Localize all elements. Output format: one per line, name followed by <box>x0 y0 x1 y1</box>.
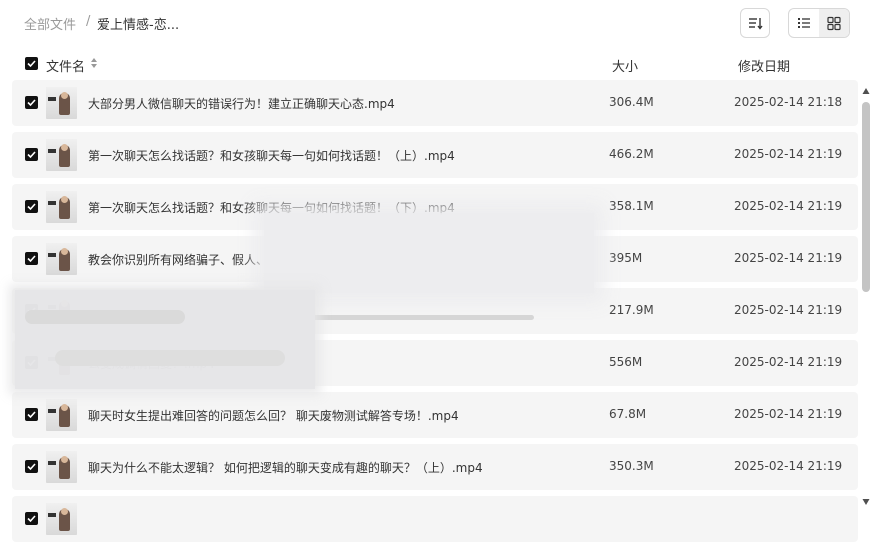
file-row[interactable]: 第一次聊天怎么找话题？和女孩聊天每一句如何找话题！（上）.mp4 466.2M 20… <box>12 132 858 178</box>
checkmark-icon <box>27 151 36 159</box>
row-checkbox[interactable] <box>25 200 38 213</box>
file-name[interactable]: 教会你识别所有网络骗子、假人、 <box>88 251 268 268</box>
sort-toggle-icon[interactable] <box>90 57 98 69</box>
file-row[interactable]: 聊天为什么不能太逻辑？ 如何把逻辑的聊天变成有趣的聊天？（上）.mp4 350.3… <box>12 444 858 490</box>
file-size: 395M <box>609 251 643 265</box>
scroll-down-arrow-icon[interactable] <box>862 498 870 506</box>
list-view-icon <box>798 18 810 28</box>
row-checkbox[interactable] <box>25 148 38 161</box>
scrollbar-thumb[interactable] <box>862 102 870 292</box>
breadcrumb-separator: / <box>86 14 91 29</box>
row-checkbox[interactable] <box>25 96 38 109</box>
file-size: 217.9M <box>609 303 654 317</box>
file-name[interactable]: 聊天时女生提出难回答的问题怎么回？ 聊天废物测试解答专场！.mp4 <box>88 407 459 424</box>
checkmark-icon <box>27 255 36 263</box>
checkmark-icon <box>27 99 36 107</box>
file-modified-date: 2025-02-14 21:19 <box>734 355 843 369</box>
file-size: 358.1M <box>609 199 654 213</box>
video-thumbnail[interactable] <box>46 451 77 483</box>
file-modified-date: 2025-02-14 21:18 <box>734 95 843 109</box>
file-modified-date: 2025-02-14 21:19 <box>734 251 843 265</box>
row-checkbox[interactable] <box>25 460 38 473</box>
video-thumbnail[interactable] <box>46 399 77 431</box>
checkmark-icon <box>27 203 36 211</box>
file-row[interactable]: 聊天时女生提出难回答的问题怎么回？ 聊天废物测试解答专场！.mp4 67.8M 20… <box>12 392 858 438</box>
file-size: 306.4M <box>609 95 654 109</box>
row-checkbox[interactable] <box>25 408 38 421</box>
file-name[interactable]: 第一次聊天怎么找话题？和女孩聊天每一句如何找话题！（上）.mp4 <box>88 147 455 164</box>
video-thumbnail[interactable] <box>46 139 77 171</box>
file-modified-date: 2025-02-14 21:19 <box>734 199 843 213</box>
video-thumbnail[interactable] <box>46 503 77 535</box>
column-header-date: 修改日期 <box>738 60 791 75</box>
file-size: 556M <box>609 355 643 369</box>
file-row[interactable]: 大部分男人微信聊天的错误行为！建立正确聊天心态.mp4 306.4M 2025-02… <box>12 80 858 126</box>
file-row[interactable] <box>12 496 858 542</box>
view-toggle <box>788 8 850 38</box>
breadcrumb-current: 爱上情感-恋... <box>97 18 180 33</box>
checkmark-icon <box>27 463 36 471</box>
file-modified-date: 2025-02-14 21:19 <box>734 459 843 473</box>
column-header-name[interactable]: 文件名 <box>46 56 85 75</box>
file-size: 466.2M <box>609 147 654 161</box>
breadcrumb-root-link[interactable]: 全部文件 <box>24 14 76 33</box>
checkmark-icon <box>27 515 36 523</box>
video-thumbnail[interactable] <box>46 243 77 275</box>
file-size: 67.8M <box>609 407 647 421</box>
checkmark-icon <box>27 411 36 419</box>
file-name[interactable]: 聊天为什么不能太逻辑？ 如何把逻辑的聊天变成有趣的聊天？（上）.mp4 <box>88 459 483 476</box>
list-view-button[interactable] <box>789 9 819 37</box>
video-thumbnail[interactable] <box>46 87 77 119</box>
file-modified-date: 2025-02-14 21:19 <box>734 407 843 421</box>
grid-view-button[interactable] <box>819 9 849 37</box>
sort-icon <box>749 18 763 30</box>
file-size: 350.3M <box>609 459 654 473</box>
row-checkbox[interactable] <box>25 252 38 265</box>
video-thumbnail[interactable] <box>46 191 77 223</box>
column-header-size: 大小 <box>612 60 639 75</box>
checkmark-icon <box>27 60 36 68</box>
scroll-up-arrow-icon[interactable] <box>862 87 870 95</box>
redaction-blur <box>15 290 315 389</box>
sort-button[interactable] <box>740 8 770 38</box>
file-modified-date: 2025-02-14 21:19 <box>734 147 843 161</box>
select-all-checkbox[interactable] <box>25 57 38 70</box>
file-name[interactable]: 大部分男人微信聊天的错误行为！建立正确聊天心态.mp4 <box>88 95 395 112</box>
redaction-blur <box>264 213 594 320</box>
top-bar: 全部文件 / 爱上情感-恋... <box>0 0 874 46</box>
file-modified-date: 2025-02-14 21:19 <box>734 303 843 317</box>
grid-view-icon <box>827 16 841 31</box>
